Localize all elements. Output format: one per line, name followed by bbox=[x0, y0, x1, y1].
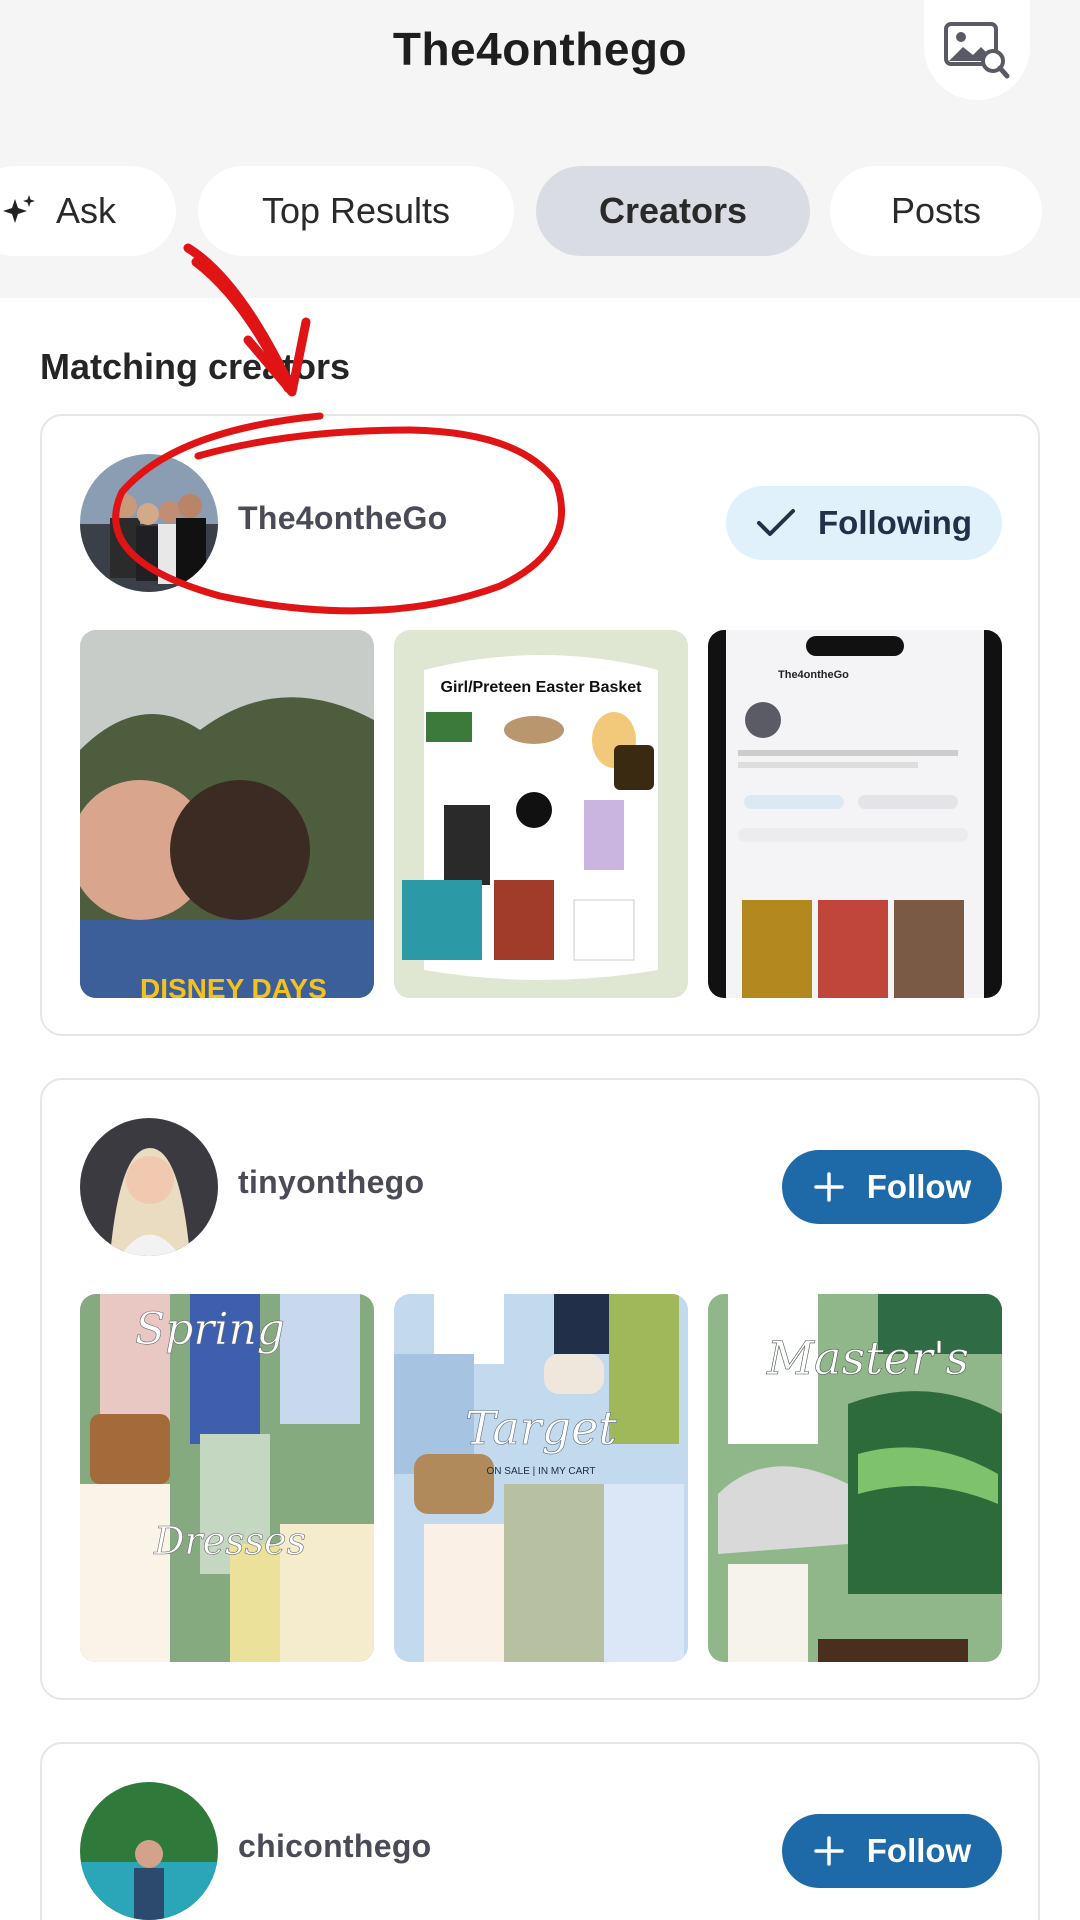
follow-button[interactable]: Follow bbox=[782, 1814, 1002, 1888]
tab-posts[interactable]: Posts bbox=[830, 166, 1042, 256]
avatar[interactable] bbox=[80, 1782, 218, 1920]
post-thumbnail[interactable]: Spring Dresses bbox=[80, 1294, 374, 1662]
post-thumbnail[interactable]: DISNEY DAYS bbox=[80, 630, 374, 998]
header-area: The4onthego Ask Top Results Creators Pos… bbox=[0, 0, 1080, 298]
creator-name[interactable]: The4ontheGo bbox=[238, 500, 448, 537]
sparkle-icon bbox=[3, 195, 35, 223]
tab-top-results[interactable]: Top Results bbox=[198, 166, 514, 256]
follow-button[interactable]: Follow bbox=[782, 1150, 1002, 1224]
image-search-button[interactable] bbox=[924, 0, 1030, 100]
plus-icon bbox=[814, 1172, 844, 1202]
creator-name[interactable]: tinyonthego bbox=[238, 1164, 424, 1201]
creator-name[interactable]: chiconthego bbox=[238, 1828, 432, 1865]
post-caption: Spring bbox=[135, 1304, 285, 1355]
page-title: The4onthego bbox=[392, 23, 688, 75]
following-label: Following bbox=[818, 504, 972, 541]
post-thumbnail[interactable]: Girl/Preteen Easter Basket bbox=[394, 630, 688, 998]
creator-card[interactable]: chiconthego Follow bbox=[40, 1742, 1040, 1920]
follow-label: Follow bbox=[866, 1832, 972, 1869]
avatar[interactable] bbox=[80, 454, 218, 592]
post-caption: Master's bbox=[766, 1331, 969, 1385]
post-thumbnails: Spring Dresses Target ON SALE | IN MY CA… bbox=[80, 1294, 1002, 1662]
post-thumbnail[interactable]: Target ON SALE | IN MY CART bbox=[394, 1294, 688, 1662]
post-caption: Target bbox=[465, 1401, 617, 1455]
post-thumbnails: DISNEY DAYS Girl/Preteen Easter Basket T… bbox=[80, 630, 1002, 998]
creator-card[interactable]: tinyonthego Follow Spring Dresses Target… bbox=[40, 1078, 1040, 1700]
post-caption-2: ON SALE | IN MY CART bbox=[487, 1466, 596, 1477]
following-button[interactable]: Following bbox=[726, 486, 1002, 560]
follow-label: Follow bbox=[866, 1168, 972, 1205]
section-title: Matching creators bbox=[40, 346, 351, 387]
tab-ask[interactable]: Ask bbox=[0, 166, 176, 256]
post-caption: Girl/Preteen Easter Basket bbox=[441, 679, 643, 696]
image-search-icon bbox=[944, 22, 1010, 79]
post-thumbnail[interactable]: The4ontheGo bbox=[708, 630, 1002, 998]
tab-creators[interactable]: Creators bbox=[536, 166, 810, 256]
post-caption: DISNEY DAYS bbox=[140, 973, 327, 998]
avatar[interactable] bbox=[80, 1118, 218, 1256]
post-caption-2: Dresses bbox=[153, 1519, 306, 1563]
tab-ask-label: Ask bbox=[56, 190, 117, 231]
checkmark-icon bbox=[757, 509, 796, 536]
plus-icon bbox=[814, 1836, 844, 1866]
post-thumbnail[interactable]: Master's bbox=[708, 1294, 1002, 1662]
creator-card[interactable]: The4ontheGo Following DISNEY DAYS Girl/P… bbox=[40, 414, 1040, 1036]
search-tabs: Ask Top Results Creators Posts bbox=[0, 166, 1080, 256]
post-caption: The4ontheGo bbox=[778, 669, 849, 681]
